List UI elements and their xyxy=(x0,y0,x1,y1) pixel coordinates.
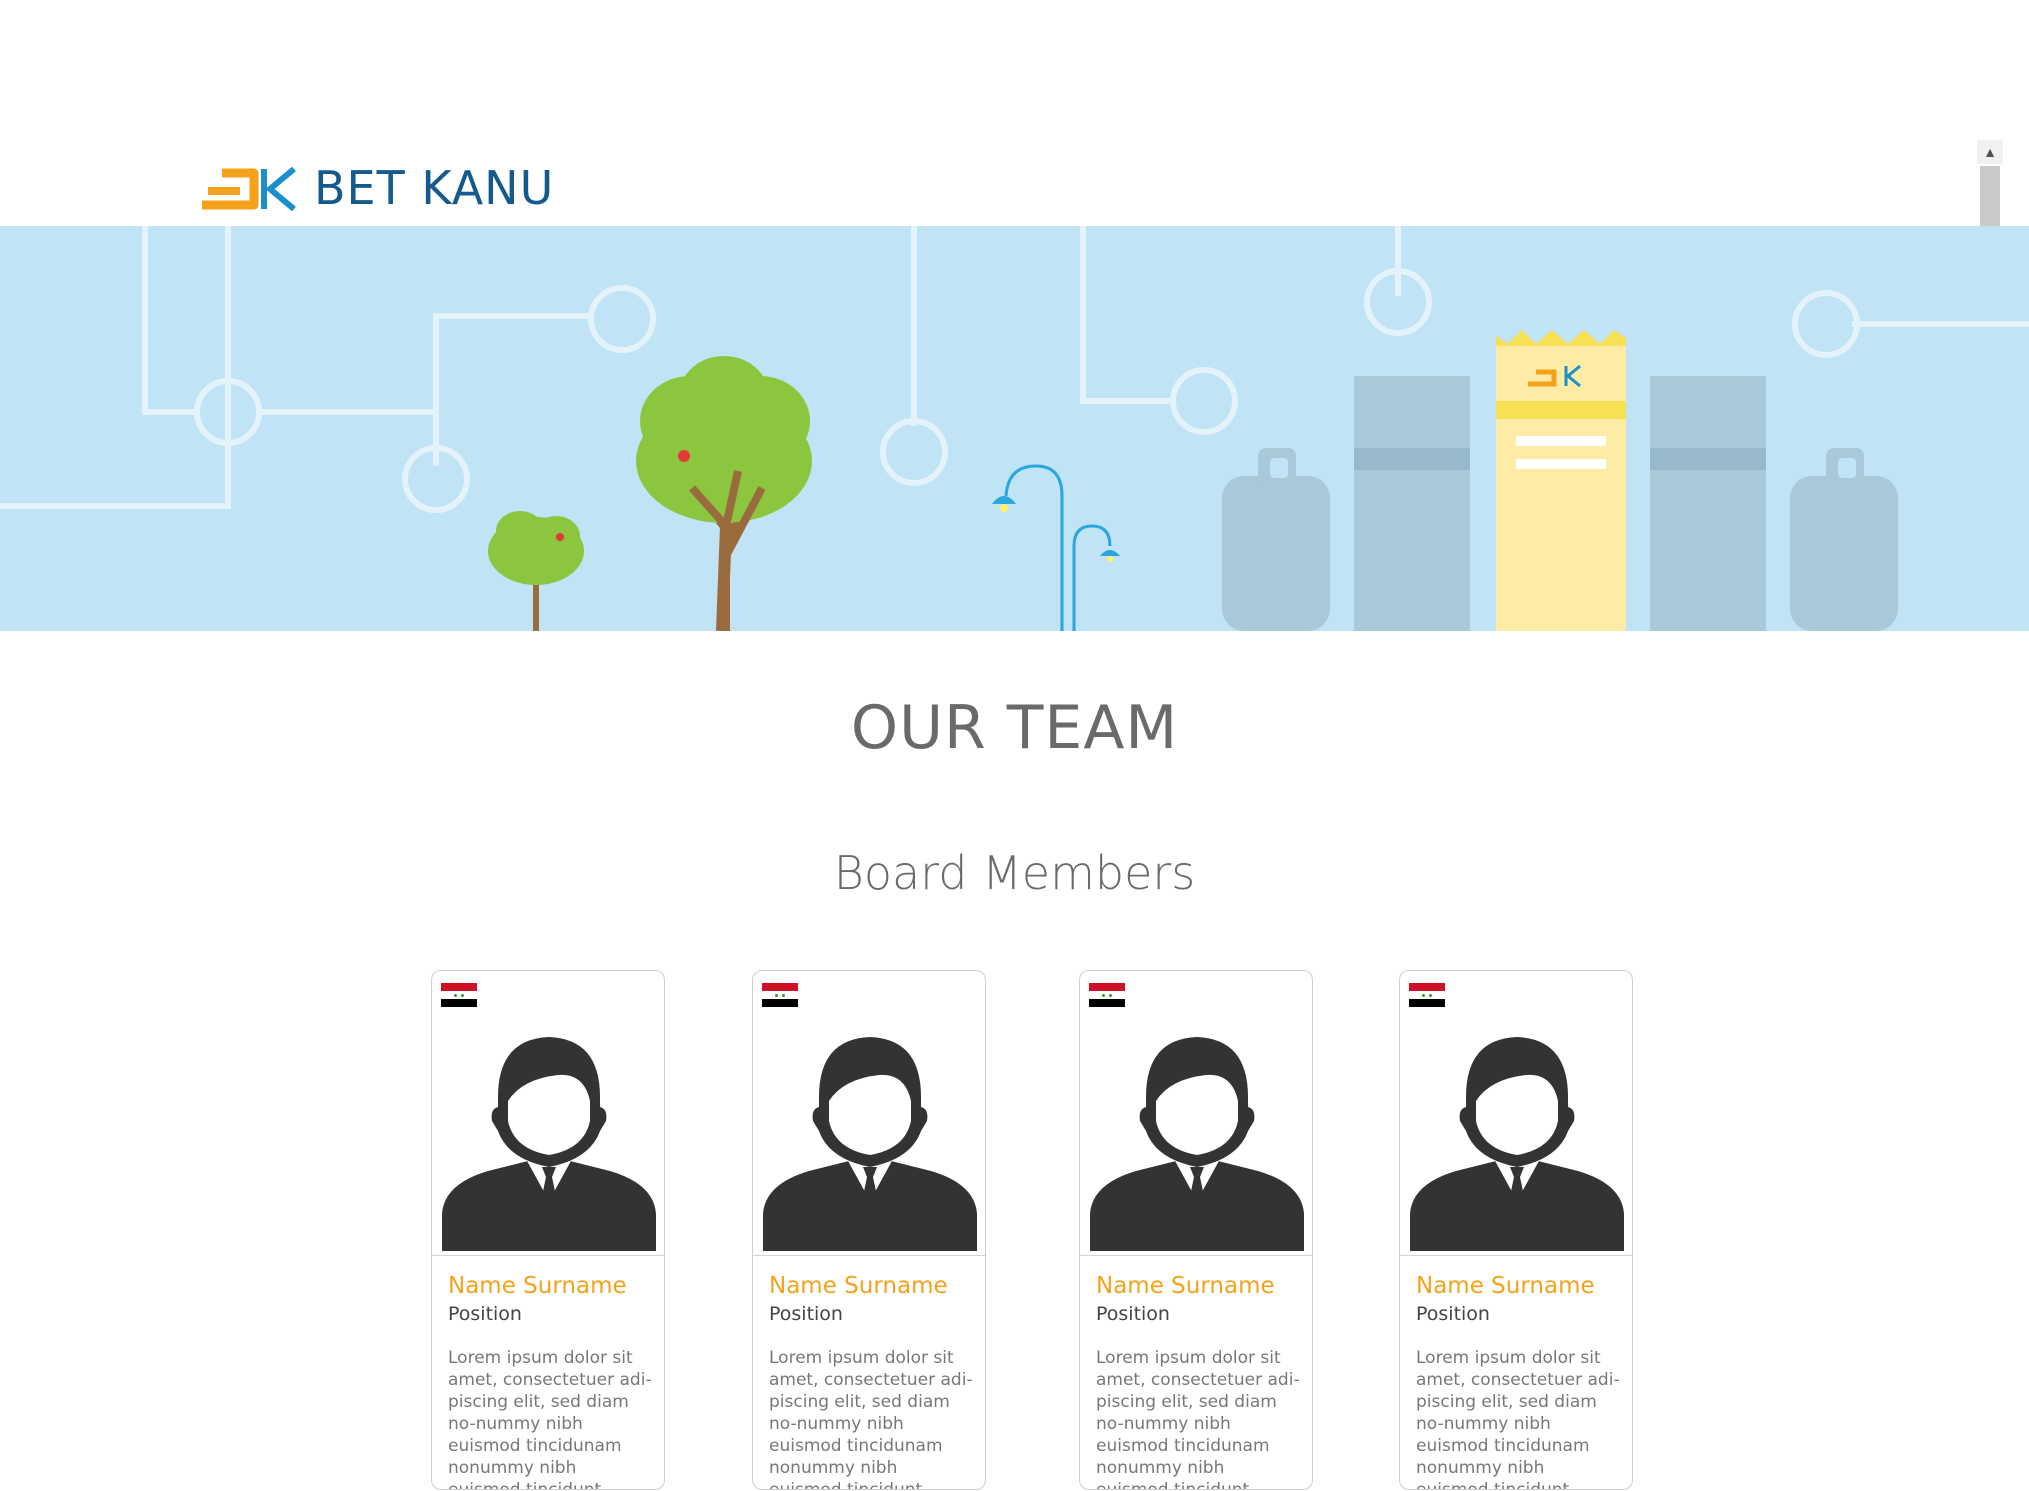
person-avatar-icon xyxy=(1410,1037,1624,1251)
person-avatar-icon xyxy=(763,1037,977,1251)
member-position: Position xyxy=(448,1303,522,1325)
page-title: OUR TEAM xyxy=(850,693,1179,763)
scroll-up-arrow-icon[interactable]: ▲ xyxy=(1977,140,2003,164)
member-position: Position xyxy=(769,1303,843,1325)
member-name: Name Surname xyxy=(769,1273,948,1299)
flag-icon xyxy=(441,983,477,1007)
member-bio: Lorem ipsum dolor sit amet, consectetuer… xyxy=(1096,1348,1300,1490)
member-name: Name Surname xyxy=(448,1273,627,1299)
street-lamps xyxy=(1004,464,1112,631)
bet-kanu-logo-icon xyxy=(202,166,296,211)
site-logo[interactable]: BET KANU xyxy=(200,158,554,218)
tree-large xyxy=(636,356,812,631)
member-bio: Lorem ipsum dolor sit amet, consectetuer… xyxy=(448,1348,652,1490)
hero-banner xyxy=(0,226,2029,631)
city-illustration xyxy=(0,226,2029,631)
person-avatar-icon xyxy=(442,1037,656,1251)
team-member-card[interactable]: Name Surname Position Lorem ipsum dolor … xyxy=(752,970,986,1490)
scroll-thumb[interactable] xyxy=(1980,166,2000,226)
site-header: BET KANU ▲ xyxy=(0,0,2029,226)
member-position: Position xyxy=(1416,1303,1490,1325)
member-bio: Lorem ipsum dolor sit amet, consectetuer… xyxy=(769,1348,973,1490)
member-bio: Lorem ipsum dolor sit amet, consectetuer… xyxy=(1416,1348,1620,1490)
flag-icon xyxy=(762,983,798,1007)
person-avatar-icon xyxy=(1090,1037,1304,1251)
logo-text: BET KANU xyxy=(314,161,555,215)
member-name: Name Surname xyxy=(1096,1273,1275,1299)
scrollbar[interactable]: ▲ xyxy=(1977,140,2003,226)
flag-icon xyxy=(1089,983,1125,1007)
team-member-card[interactable]: Name Surname Position Lorem ipsum dolor … xyxy=(431,970,665,1490)
member-name: Name Surname xyxy=(1416,1273,1595,1299)
buildings xyxy=(1222,330,1898,631)
tree-small xyxy=(488,511,584,631)
section-subtitle: Board Members xyxy=(833,846,1196,900)
flag-icon xyxy=(1409,983,1445,1007)
member-position: Position xyxy=(1096,1303,1170,1325)
team-member-card[interactable]: Name Surname Position Lorem ipsum dolor … xyxy=(1399,970,1633,1490)
team-member-card[interactable]: Name Surname Position Lorem ipsum dolor … xyxy=(1079,970,1313,1490)
